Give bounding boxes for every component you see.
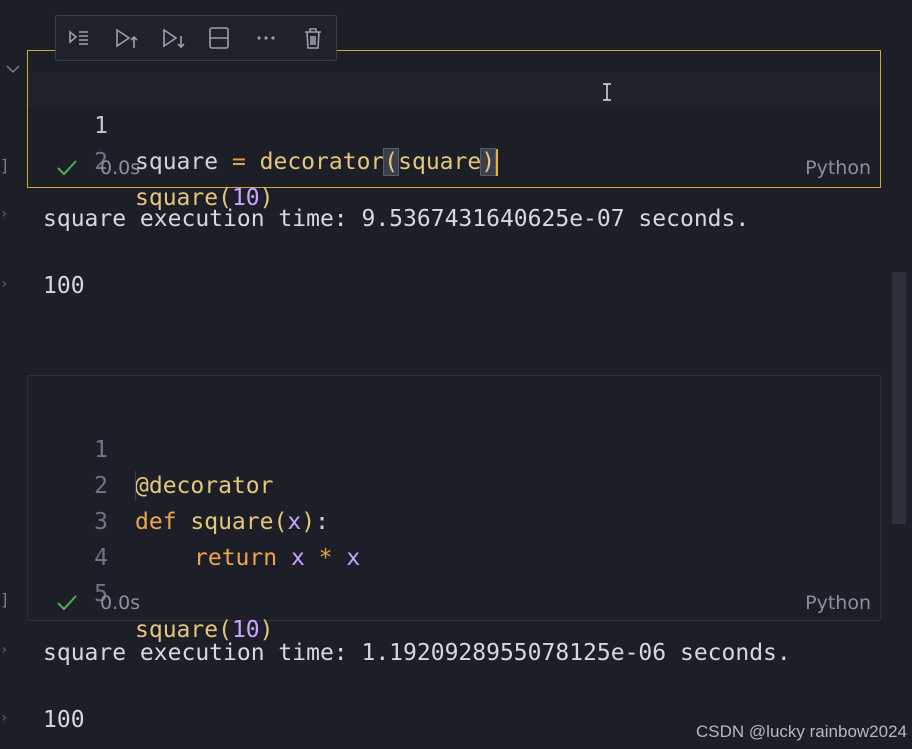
execution-time: 0.0s [100,157,141,179]
indent-guide [135,471,136,501]
run-below-icon[interactable] [149,16,196,60]
code-line[interactable]: 5 square(10) [28,540,880,643]
code-line[interactable]: 1 square = decorator(square) [28,72,880,176]
language-selector[interactable]: Python [805,153,871,183]
execution-time: 0.0s [100,592,141,614]
scrollbar[interactable] [892,0,912,749]
code-line[interactable]: 4 [28,504,880,571]
code-line[interactable]: 3 return x * x [28,468,880,571]
language-selector[interactable]: Python [805,588,871,618]
code-line[interactable]: 2 square(10) [28,108,880,211]
code-cell[interactable]: 1 @decorator 2 def square(x): 3 return x… [27,375,881,643]
cell-toolbar [55,15,337,61]
execution-bracket-icon: ] [0,156,10,175]
output-marker-icon[interactable]: › [0,276,8,292]
output-marker-icon[interactable]: › [0,206,8,222]
chevron-down-icon[interactable] [4,60,22,82]
code-line[interactable]: 2 def square(x): [28,432,880,535]
output-text: square execution time: 9.5367431640625e-… [43,206,750,232]
mouse-ibeam-cursor-icon [600,82,614,106]
execute-above-icon[interactable] [56,16,103,60]
check-icon [55,157,79,188]
split-cell-icon[interactable] [196,16,243,60]
check-icon [55,592,79,623]
output-marker-icon[interactable]: › [0,642,8,658]
scrollbar-thumb[interactable] [892,272,906,524]
watermark: CSDN @lucky rainbow2024 [696,722,907,741]
delete-icon[interactable] [289,16,336,60]
code-line[interactable]: 1 @decorator [28,396,880,499]
cell-status-bar: 0.0s Python [28,153,880,183]
more-actions-icon[interactable] [243,16,290,60]
execution-bracket-icon: ] [0,590,10,609]
output-text: 100 [43,707,85,733]
output-text: square execution time: 1.192092895507812… [43,640,791,666]
output-marker-icon[interactable]: › [0,710,8,726]
run-above-icon[interactable] [103,16,150,60]
cell-status-bar: 0.0s Python [28,588,880,618]
output-text: 100 [43,273,85,299]
code-cell[interactable]: 1 square = decorator(square) 2 square(10… [27,50,881,211]
